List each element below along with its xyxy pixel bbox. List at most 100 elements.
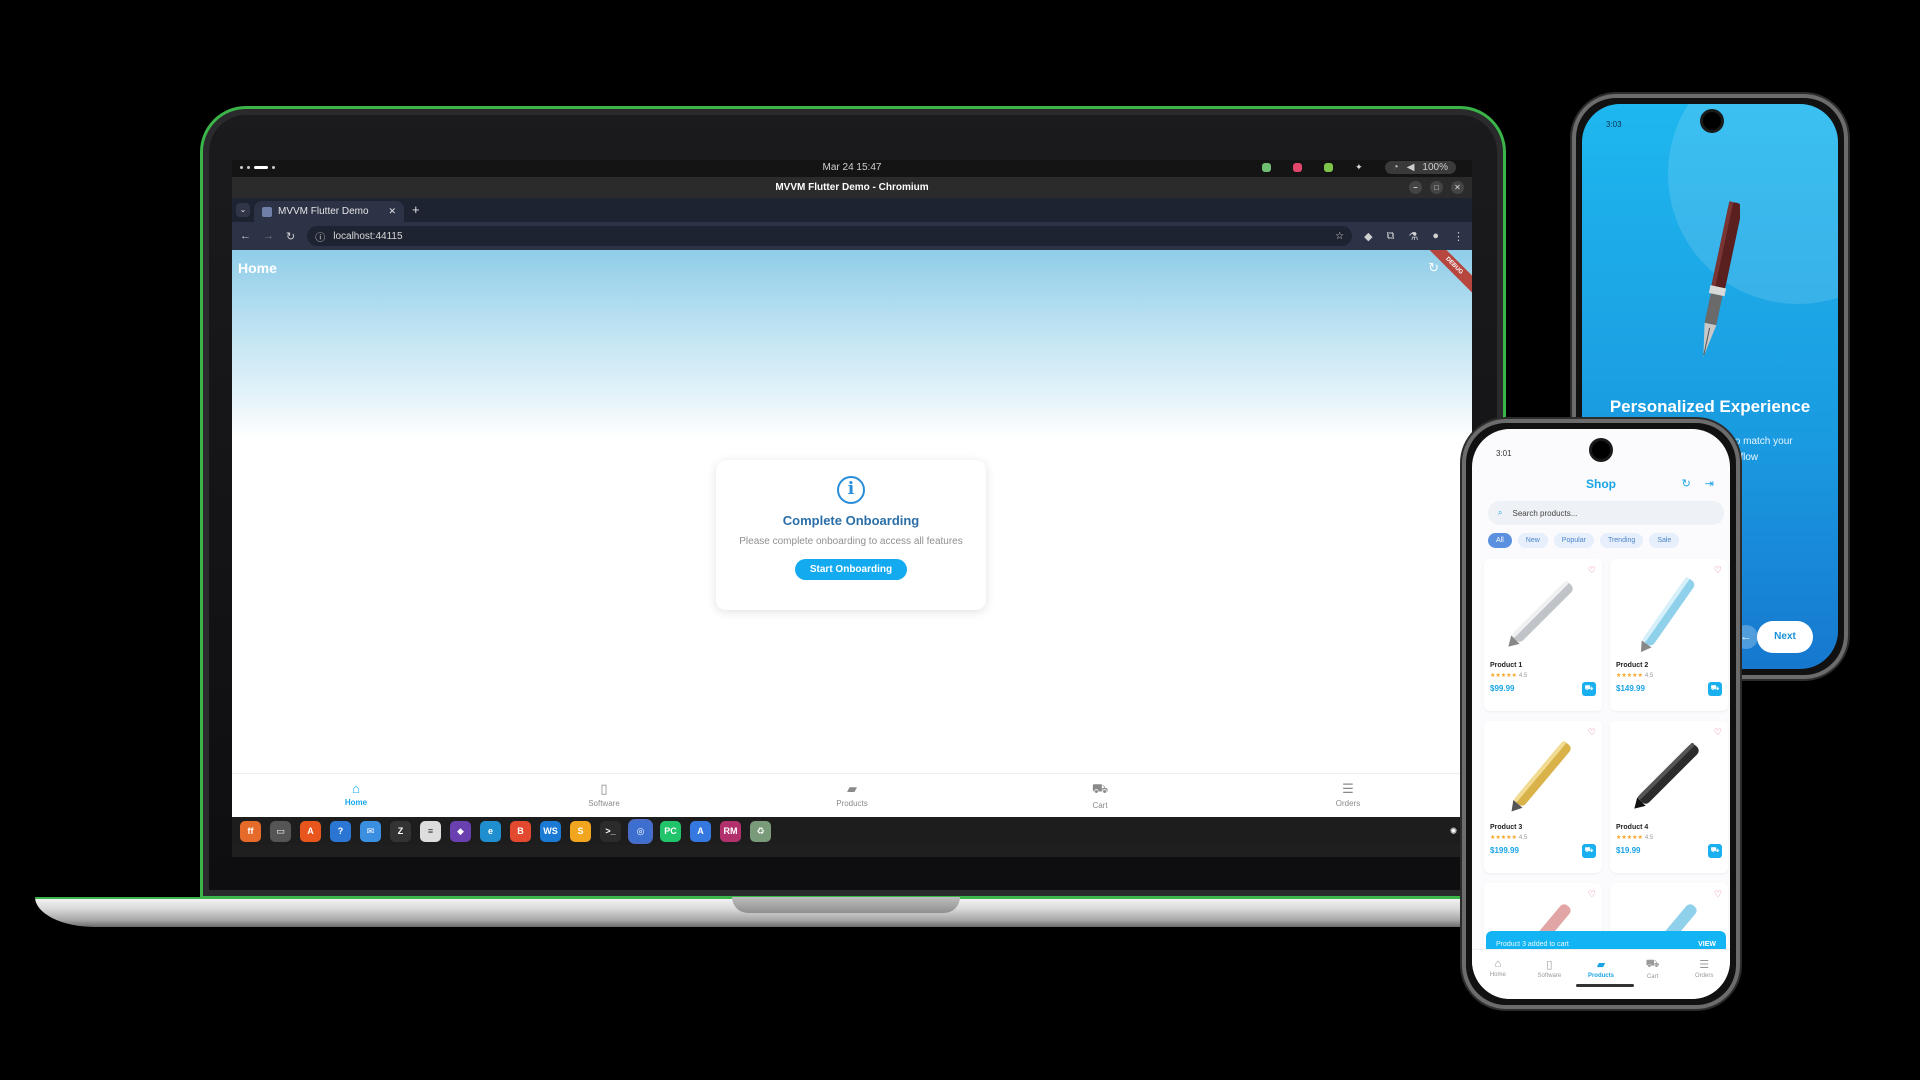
product-price: $99.99 [1490, 684, 1515, 693]
volume-icon: ◀ [1406, 162, 1415, 173]
product-card[interactable]: ♡ Product 4 ★★★★★ 4.5 $19.99 ⛟ [1610, 721, 1728, 873]
pycharm-icon[interactable]: PC [660, 820, 681, 842]
wifi-icon: ◔ [1392, 162, 1399, 173]
dock: ff ▭ A ? ✉ Z ≡ ◆ e B WS S >_ ◎ PC A RM ♻… [232, 817, 1472, 845]
nav-label: Software [588, 799, 620, 808]
favicon-icon [262, 206, 272, 217]
extensions-puzzle-icon[interactable]: ⧉ [1387, 230, 1395, 243]
product-price: $199.99 [1490, 846, 1519, 855]
reload-icon[interactable]: ↻ [286, 230, 295, 243]
terminal-icon[interactable]: >_ [600, 820, 621, 842]
rider-icon[interactable]: RM [720, 820, 741, 842]
shop-phone-screen: 3:01 Shop ↻ ⇥ ⌕ Search products... All N… [1472, 429, 1730, 999]
status-menu[interactable]: ◔ ◀ 100% [1384, 161, 1456, 174]
menu-kebab-icon[interactable]: ⋮ [1453, 230, 1464, 243]
nav-label: Products [1587, 973, 1614, 979]
refresh-icon[interactable]: ↻ [1428, 260, 1439, 276]
show-apps-icon[interactable]: ✺ [1443, 821, 1464, 842]
address-bar[interactable]: ⓘ localhost:44115 ☆ [307, 226, 1353, 246]
edge-icon[interactable]: e [480, 820, 501, 842]
sublime-icon[interactable]: S [570, 820, 591, 842]
url-text: localhost:44115 [333, 230, 403, 242]
snackbar-view-button[interactable]: VIEW [1698, 941, 1716, 948]
start-onboarding-button[interactable]: Start Onboarding [794, 559, 908, 580]
text-editor-icon[interactable]: ≡ [420, 820, 441, 842]
bottom-navigation: ⌂ Home ▯ Software ▰ Products ⛟ Cart ☰ Or… [232, 773, 1472, 817]
maximize-icon[interactable]: □ [1430, 181, 1443, 194]
chip-trending[interactable]: Trending [1599, 533, 1644, 548]
add-to-cart-button[interactable]: ⛟ [1708, 844, 1722, 858]
webstorm-icon[interactable]: WS [540, 820, 561, 842]
add-to-cart-button[interactable]: ⛟ [1708, 682, 1722, 696]
tray-shield-icon[interactable] [1262, 163, 1272, 172]
product-name: Product 3 [1490, 824, 1523, 831]
refresh-icon[interactable]: ↻ [1682, 477, 1691, 490]
description-line: to match your [1732, 436, 1793, 447]
profile-icon[interactable]: ● [1432, 230, 1439, 243]
back-icon[interactable]: ← [240, 230, 251, 242]
software-center-icon[interactable]: A [300, 820, 321, 842]
brave-icon[interactable]: B [510, 820, 531, 842]
close-icon[interactable]: ✕ [1451, 181, 1464, 194]
thunderbird-icon[interactable]: ✉ [360, 820, 381, 842]
bookmark-star-icon[interactable]: ☆ [1335, 231, 1344, 242]
chip-popular[interactable]: Popular [1553, 533, 1594, 548]
products-icon: ▰ [1596, 959, 1606, 971]
nav-item-home[interactable]: ⌂ Home [232, 774, 480, 817]
nav-item-software[interactable]: ▯ Software [480, 774, 728, 817]
trash-icon[interactable]: ♻ [750, 820, 771, 842]
new-tab-icon[interactable]: + [412, 202, 420, 217]
shop-phone: 3:01 Shop ↻ ⇥ ⌕ Search products... All N… [1462, 419, 1740, 1009]
nav-label: Cart [1092, 801, 1108, 810]
product-card[interactable]: ♡ Product 2 ★★★★★ 4.5 $149.99 ⛟ [1610, 559, 1728, 711]
minimize-icon[interactable]: – [1409, 181, 1422, 194]
product-card[interactable]: ♡ Product 3 ★★★★★ 4.5 $199.99 ⛟ [1484, 721, 1602, 873]
extension-icon[interactable]: ◆ [1364, 230, 1372, 243]
tray-pin-icon[interactable]: ✦ [1355, 162, 1363, 173]
tab-search-chevron-icon[interactable]: ⌄ [236, 203, 250, 217]
chip-new[interactable]: New [1517, 533, 1548, 548]
tray-app-icon-2[interactable] [1324, 163, 1334, 172]
nav-item-orders[interactable]: ☰ Orders [1678, 950, 1730, 999]
next-button[interactable]: Next [1757, 621, 1813, 653]
home-indicator[interactable] [1576, 984, 1634, 987]
nav-item-products[interactable]: ▰ Products [1575, 950, 1627, 999]
rating-stars: ★★★★★ 4.5 [1490, 835, 1528, 841]
nav-item-cart[interactable]: ⛟ Cart [976, 774, 1224, 817]
rating-stars: ★★★★★ 4.5 [1490, 673, 1528, 679]
nav-item-products[interactable]: ▰ Products [728, 774, 976, 817]
nav-item-orders[interactable]: ☰ Orders [1224, 774, 1472, 817]
browser-tab[interactable]: MVVM Flutter Demo ✕ [254, 201, 404, 222]
forward-icon[interactable]: → [263, 230, 274, 242]
onboarding-description: to match your rkflow [1732, 434, 1793, 466]
help-icon[interactable]: ? [330, 820, 351, 842]
add-to-cart-button[interactable]: ⛟ [1582, 682, 1596, 696]
search-input[interactable]: ⌕ Search products... [1488, 501, 1724, 525]
product-name: Product 4 [1616, 824, 1649, 831]
chip-sale[interactable]: Sale [1649, 533, 1680, 548]
chromium-icon[interactable]: ◎ [630, 820, 651, 842]
nav-item-software[interactable]: ▯ Software [1524, 950, 1576, 999]
system-tray: ✦ ◔ ◀ 100% [1262, 161, 1456, 174]
tray-app-icon[interactable] [1293, 163, 1303, 172]
phone-bottom-navigation: ⌂ Home ▯ Software ▰ Products ⛟ Cart ☰ Orders [1472, 949, 1730, 999]
chip-all[interactable]: All [1488, 533, 1512, 548]
rating-stars: ★★★★★ 4.5 [1616, 673, 1654, 679]
android-studio-icon[interactable]: A [690, 820, 711, 842]
firefox-icon[interactable]: ff [240, 820, 261, 842]
add-to-cart-button[interactable]: ⛟ [1582, 844, 1596, 858]
product-card[interactable]: ♡ Product 1 ★★★★★ 4.5 $99.99 ⛟ [1484, 559, 1602, 711]
pen-image [1640, 577, 1695, 653]
editor-icon[interactable]: Z [390, 820, 411, 842]
nav-item-home[interactable]: ⌂ Home [1472, 950, 1524, 999]
logout-icon[interactable]: ⇥ [1705, 477, 1714, 490]
labs-flask-icon[interactable]: ⚗ [1408, 230, 1418, 243]
window-title: MVVM Flutter Demo - Chromium [775, 182, 929, 193]
tab-close-icon[interactable]: ✕ [388, 206, 396, 217]
pen-image [1634, 743, 1699, 809]
nav-item-cart[interactable]: ⛟ Cart [1627, 950, 1679, 999]
site-info-icon[interactable]: ⓘ [315, 229, 325, 244]
product-grid: ♡ Product 1 ★★★★★ 4.5 $99.99 ⛟ ♡ Product … [1484, 559, 1728, 947]
obsidian-icon[interactable]: ◆ [450, 820, 471, 842]
files-icon[interactable]: ▭ [270, 820, 291, 842]
